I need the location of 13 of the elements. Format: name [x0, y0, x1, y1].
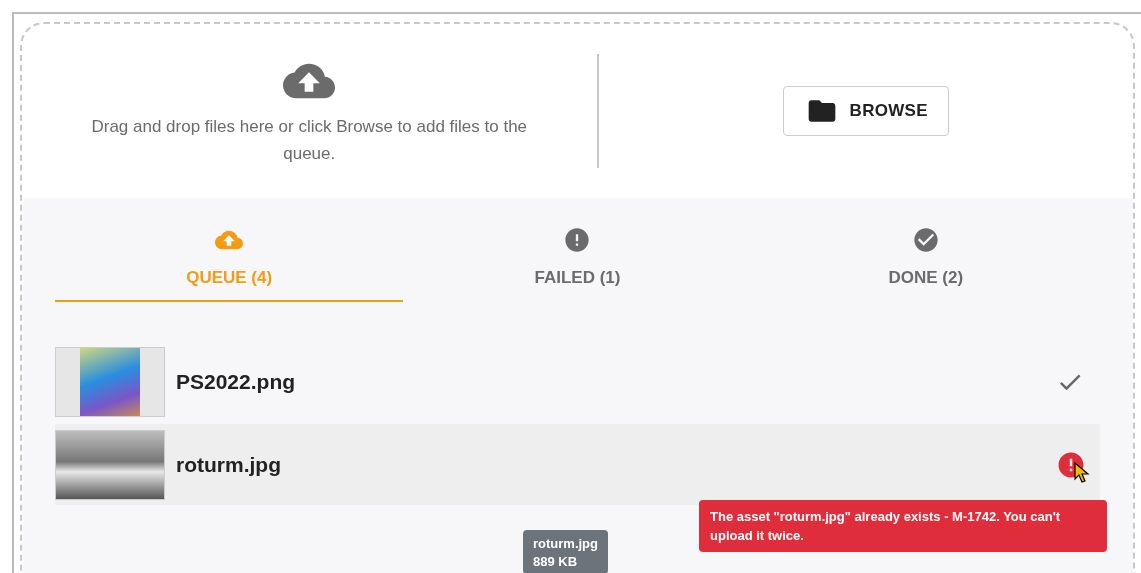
file-tooltip-size: 889 KB	[533, 553, 579, 571]
error-tooltip: The asset "roturm.jpg" already exists - M-1742. You can't upload it twice.	[699, 500, 1107, 552]
file-name: roturm.jpg	[176, 452, 282, 477]
file-row[interactable]: roturm.jpg	[55, 424, 1100, 505]
file-tooltip-name: roturm.jpg	[533, 535, 598, 553]
file-name: PS2022.png	[176, 370, 297, 394]
tab[interactable]: FAILED (1)	[403, 226, 752, 302]
drop-instructions: Drag and drop files here or click Browse to add files to the queue.	[90, 116, 529, 165]
file-row[interactable]: PS2022.png	[55, 347, 1100, 417]
cursor-icon	[1074, 461, 1090, 484]
exclamation-icon	[563, 226, 592, 254]
browse-button[interactable]: BROWSE	[782, 86, 949, 136]
tab[interactable]: DONE (2)	[751, 226, 1100, 302]
